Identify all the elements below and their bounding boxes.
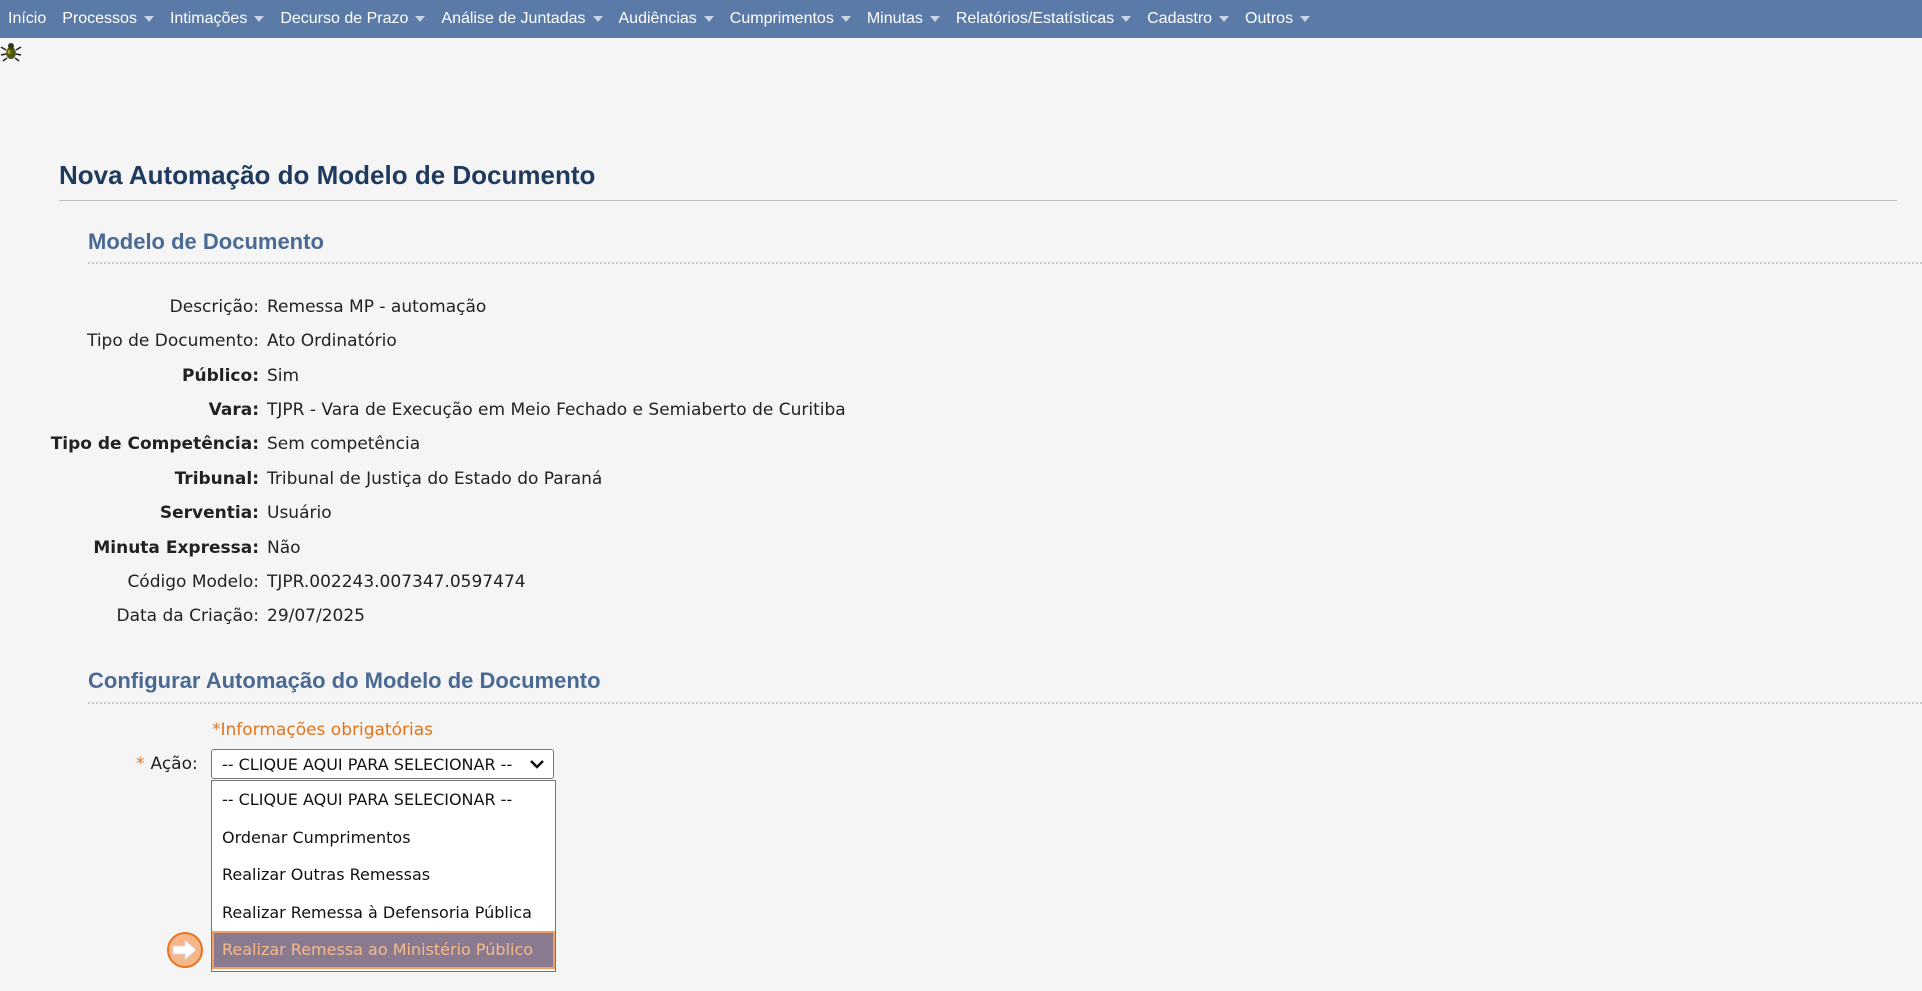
nav-item-inicio[interactable]: Início <box>0 0 54 38</box>
field-minuta-expressa: Minuta Expressa: Não <box>0 535 301 561</box>
field-vara: Vara: TJPR - Vara de Execução em Meio Fe… <box>0 397 846 423</box>
arrow-right-icon <box>167 932 203 968</box>
acao-dropdown-list: -- CLIQUE AQUI PARA SELECIONAR -- Ordena… <box>211 780 556 972</box>
field-serventia: Serventia: Usuário <box>0 500 332 526</box>
config-section-divider <box>88 702 1922 704</box>
field-tribunal: Tribunal: Tribunal de Justiça do Estado … <box>0 466 603 492</box>
nav-item-label: Outros <box>1245 10 1294 27</box>
nav-item-label: Decurso de Prazo <box>280 10 409 27</box>
field-value: Ato Ordinatório <box>267 331 397 351</box>
caret-down-icon <box>1121 16 1132 22</box>
field-label: Tipo de Competência: <box>50 434 259 454</box>
nav-item-minutas[interactable]: Minutas <box>859 0 948 38</box>
nav-item-cumprimentos[interactable]: Cumprimentos <box>722 0 859 38</box>
field-label: Vara: <box>208 400 259 420</box>
nav-item-relatorios-estatisticas[interactable]: Relatórios/Estatísticas <box>948 0 1139 38</box>
field-label: Descrição: <box>169 297 259 317</box>
nav-item-label: Intimações <box>169 10 248 27</box>
acao-label: * Ação: <box>136 754 198 774</box>
field-value: Sim <box>267 366 300 386</box>
nav-item-label: Processos <box>62 10 137 27</box>
acao-label-text: Ação: <box>150 754 198 774</box>
dropdown-option[interactable]: -- CLIQUE AQUI PARA SELECIONAR -- <box>212 781 555 819</box>
nav-item-label: Minutas <box>866 10 923 27</box>
dropdown-option[interactable]: Ordenar Cumprimentos <box>212 819 555 857</box>
dropdown-option-label: Realizar Remessa ao Ministério Público <box>222 940 534 960</box>
caret-down-icon <box>143 16 154 22</box>
dropdown-option-label: Realizar Remessa à Defensoria Pública <box>222 902 532 922</box>
caret-down-icon <box>415 16 426 22</box>
field-value: Sem competência <box>267 434 421 454</box>
page-title: Nova Automação do Modelo de Documento <box>59 160 596 190</box>
title-divider <box>59 200 1897 201</box>
required-star: * <box>136 754 145 774</box>
field-data-da-criacao: Data da Criação: 29/07/2025 <box>0 603 365 629</box>
nav-item-processos[interactable]: Processos <box>54 0 162 38</box>
dropdown-option-label: -- CLIQUE AQUI PARA SELECIONAR -- <box>222 790 513 810</box>
nav-item-outros[interactable]: Outros <box>1237 0 1318 38</box>
field-label: Minuta Expressa: <box>93 538 259 558</box>
dropdown-option[interactable]: Realizar Outras Remessas <box>212 856 555 894</box>
field-tipo-de-competencia: Tipo de Competência: Sem competência <box>0 431 420 457</box>
caret-down-icon <box>1219 16 1230 22</box>
config-section-title: Configurar Automação do Modelo de Docume… <box>88 668 601 693</box>
nav-item-label: Análise de Juntadas <box>441 10 586 27</box>
caret-down-icon <box>703 16 714 22</box>
caret-down-icon <box>1300 16 1311 22</box>
field-publico: Público: Sim <box>0 363 299 389</box>
field-value: Tribunal de Justiça do Estado do Paraná <box>267 469 603 489</box>
field-codigo-modelo: Código Modelo: TJPR.002243.007347.059747… <box>0 569 526 595</box>
model-section-divider <box>88 262 1922 264</box>
nav-item-audiencias[interactable]: Audiências <box>611 0 722 38</box>
dropdown-option-label: Ordenar Cumprimentos <box>222 827 411 847</box>
caret-down-icon <box>592 16 603 22</box>
caret-down-icon <box>254 16 265 22</box>
field-value: TJPR - Vara de Execução em Meio Fechado … <box>267 400 846 420</box>
nav-item-label: Cadastro <box>1147 10 1213 27</box>
dropdown-option[interactable]: Realizar Remessa à Defensoria Pública <box>212 894 555 932</box>
nav-item-analise-de-juntadas[interactable]: Análise de Juntadas <box>433 0 610 38</box>
field-label: Data da Criação: <box>116 606 260 626</box>
chevron-down-icon <box>530 760 544 769</box>
nav-item-cadastro[interactable]: Cadastro <box>1139 0 1237 38</box>
nav-item-label: Audiências <box>618 10 697 27</box>
required-fields-note: *Informações obrigatórias <box>212 720 433 740</box>
field-label: Código Modelo: <box>127 572 259 592</box>
bug-icon[interactable] <box>0 40 22 62</box>
acao-select-value: -- CLIQUE AQUI PARA SELECIONAR -- <box>222 754 513 774</box>
dropdown-option-label: Realizar Outras Remessas <box>222 865 431 885</box>
nav-item-label: Início <box>8 10 47 27</box>
caret-down-icon <box>840 16 851 22</box>
field-label: Tribunal: <box>174 469 259 489</box>
nav-item-label: Cumprimentos <box>729 10 834 27</box>
caret-down-icon <box>929 16 940 22</box>
field-label: Público: <box>182 366 259 386</box>
field-descricao: Descrição: Remessa MP - automação <box>0 294 487 320</box>
field-value: Usuário <box>267 503 332 523</box>
nav-item-decurso-de-prazo[interactable]: Decurso de Prazo <box>272 0 433 38</box>
field-value: TJPR.002243.007347.0597474 <box>267 572 526 592</box>
field-value: 29/07/2025 <box>267 606 365 626</box>
nav-item-label: Relatórios/Estatísticas <box>955 10 1115 27</box>
nav-item-intimacoes[interactable]: Intimações <box>162 0 272 38</box>
model-section-title: Modelo de Documento <box>88 229 324 254</box>
field-value: Não <box>267 538 301 558</box>
field-tipo-de-documento: Tipo de Documento: Ato Ordinatório <box>0 328 397 354</box>
top-navbar: Início Processos Intimações Decurso de P… <box>0 0 1922 38</box>
field-value: Remessa MP - automação <box>267 297 487 317</box>
field-label: Tipo de Documento: <box>86 331 259 351</box>
acao-select[interactable]: -- CLIQUE AQUI PARA SELECIONAR -- <box>211 749 554 779</box>
field-label: Serventia: <box>159 503 259 523</box>
dropdown-option-highlighted[interactable]: Realizar Remessa ao Ministério Público <box>212 931 555 969</box>
